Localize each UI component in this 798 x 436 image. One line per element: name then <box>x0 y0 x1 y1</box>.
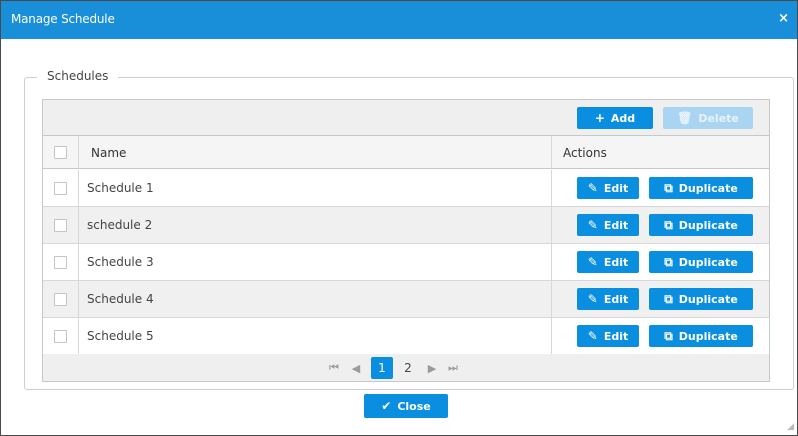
close-button-label: Close <box>397 399 431 413</box>
close-icon[interactable]: × <box>778 11 789 26</box>
column-divider <box>551 207 552 243</box>
schedule-name: Schedule 3 <box>87 255 154 269</box>
duplicate-button-label: Duplicate <box>678 329 738 343</box>
schedule-name: Schedule 4 <box>87 292 154 306</box>
duplicate-button[interactable]: ⧉ Duplicate <box>649 251 753 273</box>
edit-button-label: Edit <box>603 181 629 195</box>
table-row: Schedule 3 ✎ Edit ⧉ Duplicate <box>43 244 769 281</box>
delete-button-label: Delete <box>698 111 739 125</box>
edit-icon: ✎ <box>587 255 598 269</box>
schedules-grid: + Add 🗑 Delete Name Actions Schedule 1 ✎… <box>42 99 770 382</box>
duplicate-icon: ⧉ <box>664 218 673 232</box>
resize-grip-icon[interactable]: ◢ <box>787 422 794 432</box>
table-row: Schedule 1 ✎ Edit ⧉ Duplicate <box>43 170 769 207</box>
table-row: Schedule 5 ✎ Edit ⧉ Duplicate <box>43 318 769 355</box>
table-row: schedule 2 ✎ Edit ⧉ Duplicate <box>43 207 769 244</box>
column-divider <box>551 136 552 168</box>
grid-toolbar: + Add 🗑 Delete <box>43 100 769 136</box>
delete-button[interactable]: 🗑 Delete <box>663 107 753 129</box>
edit-icon: ✎ <box>587 329 598 343</box>
schedules-legend: Schedules <box>37 69 119 83</box>
edit-button[interactable]: ✎ Edit <box>577 214 639 236</box>
plus-icon: + <box>594 111 605 125</box>
column-header-name[interactable]: Name <box>91 146 126 160</box>
grid-header-row: Name Actions <box>43 136 769 169</box>
first-page-icon[interactable]: ⏮ <box>327 359 341 377</box>
edit-button[interactable]: ✎ Edit <box>577 251 639 273</box>
next-page-icon[interactable]: ▶ <box>425 359 439 377</box>
page-2-button[interactable]: 2 <box>399 359 417 377</box>
duplicate-button-label: Duplicate <box>678 181 738 195</box>
row-checkbox[interactable] <box>54 256 67 269</box>
checkmark-icon: ✔ <box>381 399 392 413</box>
column-divider <box>551 318 552 354</box>
column-divider <box>78 318 79 354</box>
edit-icon: ✎ <box>587 292 598 306</box>
add-button-label: Add <box>610 111 636 125</box>
last-page-icon[interactable]: ⏭ <box>445 359 461 377</box>
row-checkbox[interactable] <box>54 182 67 195</box>
dialog-title: Manage Schedule <box>11 12 115 26</box>
column-divider <box>551 244 552 280</box>
duplicate-button[interactable]: ⧉ Duplicate <box>649 325 753 347</box>
column-divider <box>78 170 79 206</box>
column-header-actions: Actions <box>563 146 607 160</box>
duplicate-button[interactable]: ⧉ Duplicate <box>649 288 753 310</box>
edit-icon: ✎ <box>587 181 598 195</box>
edit-button-label: Edit <box>603 292 629 306</box>
duplicate-icon: ⧉ <box>664 329 673 343</box>
table-row: Schedule 4 ✎ Edit ⧉ Duplicate <box>43 281 769 318</box>
column-divider <box>551 170 552 206</box>
column-divider <box>551 281 552 317</box>
column-divider <box>78 244 79 280</box>
edit-button[interactable]: ✎ Edit <box>577 288 639 310</box>
edit-button[interactable]: ✎ Edit <box>577 325 639 347</box>
column-divider <box>78 281 79 317</box>
row-checkbox[interactable] <box>54 219 67 232</box>
dialog-titlebar: Manage Schedule × <box>1 1 797 39</box>
prev-page-icon[interactable]: ◀ <box>349 359 363 377</box>
manage-schedule-dialog: Manage Schedule × Schedules + Add 🗑 Dele… <box>0 0 798 436</box>
edit-button-label: Edit <box>603 255 629 269</box>
close-button[interactable]: ✔ Close <box>364 394 448 418</box>
trash-icon: 🗑 <box>677 111 693 125</box>
duplicate-button-label: Duplicate <box>678 292 738 306</box>
duplicate-button-label: Duplicate <box>678 255 738 269</box>
column-divider <box>78 136 79 168</box>
row-checkbox[interactable] <box>54 330 67 343</box>
select-all-checkbox[interactable] <box>54 146 67 159</box>
edit-button-label: Edit <box>603 218 629 232</box>
duplicate-icon: ⧉ <box>664 292 673 306</box>
duplicate-button[interactable]: ⧉ Duplicate <box>649 177 753 199</box>
duplicate-icon: ⧉ <box>664 255 673 269</box>
duplicate-icon: ⧉ <box>664 181 673 195</box>
schedule-name: Schedule 1 <box>87 181 154 195</box>
pagination: ⏮ ◀ 1 2 ▶ ⏭ <box>43 354 769 381</box>
page-1-button[interactable]: 1 <box>371 357 393 379</box>
duplicate-button[interactable]: ⧉ Duplicate <box>649 214 753 236</box>
column-divider <box>78 207 79 243</box>
edit-button[interactable]: ✎ Edit <box>577 177 639 199</box>
schedule-name: schedule 2 <box>87 218 153 232</box>
edit-button-label: Edit <box>603 329 629 343</box>
add-button[interactable]: + Add <box>577 107 653 129</box>
duplicate-button-label: Duplicate <box>678 218 738 232</box>
row-checkbox[interactable] <box>54 293 67 306</box>
schedule-name: Schedule 5 <box>87 329 154 343</box>
edit-icon: ✎ <box>587 218 598 232</box>
